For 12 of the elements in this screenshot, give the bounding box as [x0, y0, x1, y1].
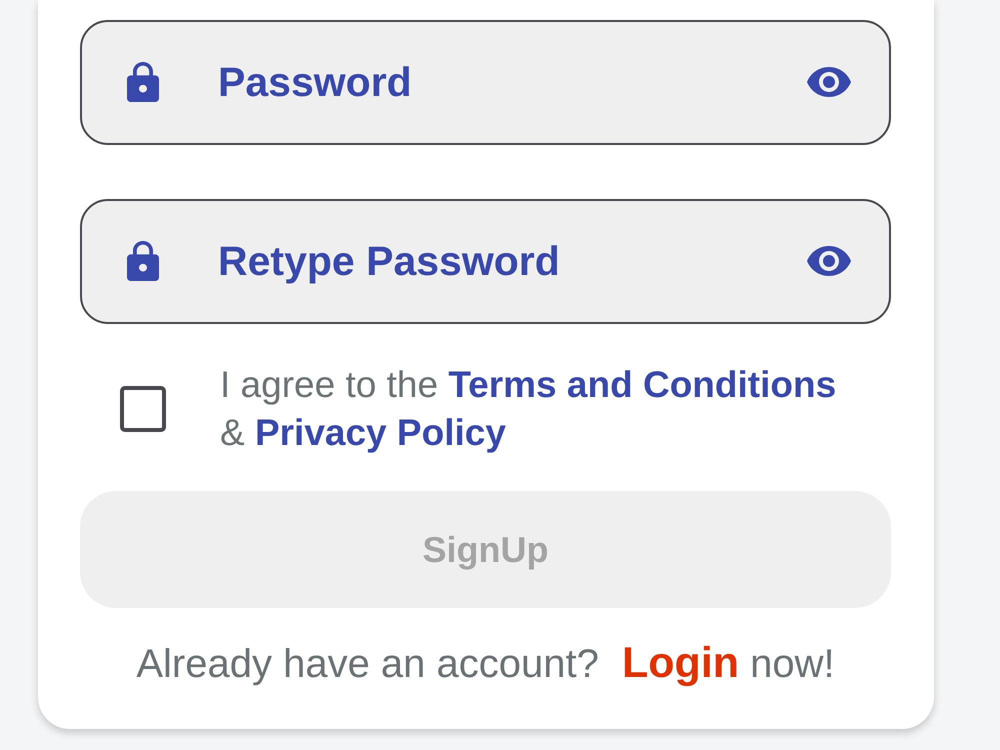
login-link[interactable]: Login — [622, 639, 740, 687]
terms-link[interactable]: Terms and Conditions — [448, 364, 836, 405]
password-field[interactable]: Password — [80, 20, 891, 145]
login-prompt-text: Already have an account? Login now! — [136, 639, 835, 688]
eye-icon[interactable] — [807, 67, 851, 97]
lock-icon — [127, 241, 159, 281]
lock-icon — [127, 62, 159, 102]
agree-checkbox[interactable] — [120, 386, 166, 432]
eye-icon[interactable] — [807, 246, 851, 276]
password-field[interactable]: Retype Password — [80, 199, 891, 324]
agreement-text: I agree to the Terms and Conditions & Privacy Policy — [220, 363, 838, 455]
privacy-policy-link[interactable]: Privacy Policy — [254, 412, 506, 453]
